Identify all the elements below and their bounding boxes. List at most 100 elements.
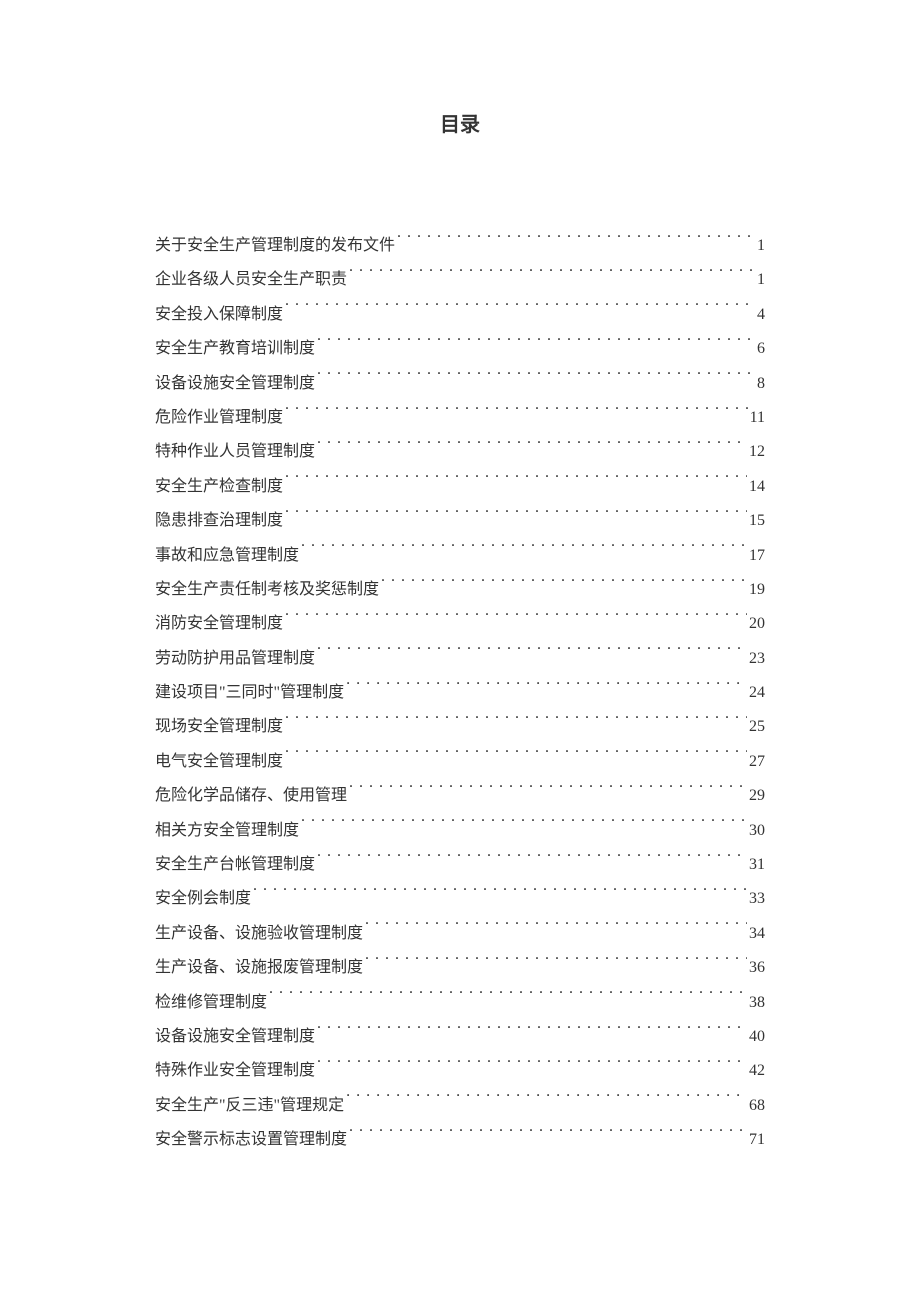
toc-entry: 消防安全管理制度 20 [155, 607, 765, 641]
toc-entry-label: 相关方安全管理制度 [155, 814, 299, 848]
toc-dot-leader [269, 991, 747, 1007]
toc-entry: 安全生产"反三违"管理规定 68 [155, 1089, 765, 1123]
toc-entry: 特殊作业安全管理制度 42 [155, 1054, 765, 1088]
toc-entry: 特种作业人员管理制度 12 [155, 435, 765, 469]
toc-entry-label: 安全警示标志设置管理制度 [155, 1123, 347, 1157]
toc-entry-page: 29 [749, 779, 765, 813]
toc-dot-leader [317, 853, 747, 869]
toc-entry-page: 31 [749, 848, 765, 882]
toc-dot-leader [285, 475, 747, 491]
toc-entry-page: 71 [749, 1123, 765, 1157]
toc-entry-page: 15 [749, 504, 765, 538]
toc-entry: 设备设施安全管理制度40 [155, 1020, 765, 1054]
toc-entry-page: 12 [749, 435, 765, 469]
toc-entry: 企业各级人员安全生产职责 1 [155, 263, 765, 297]
toc-entry-label: 关于安全生产管理制度的发布文件 [155, 229, 395, 263]
toc-dot-leader [381, 578, 747, 594]
toc-entry: 关于安全生产管理制度的发布文件 1 [155, 229, 765, 263]
toc-dot-leader [365, 922, 747, 938]
toc-entry-page: 34 [749, 917, 765, 951]
toc-entry-label: 生产设备、设施报废管理制度 [155, 951, 363, 985]
toc-entry-label: 电气安全管理制度 [155, 745, 283, 779]
toc-entry: 隐患排查治理制度 15 [155, 504, 765, 538]
toc-entry-page: 20 [749, 607, 765, 641]
toc-entry-label: 特种作业人员管理制度 [155, 435, 315, 469]
toc-entry-page: 38 [749, 986, 765, 1020]
toc-dot-leader [285, 612, 747, 628]
toc-entry-label: 现场安全管理制度 [155, 710, 283, 744]
toc-dot-leader [397, 234, 755, 250]
toc-entry-label: 隐患排查治理制度 [155, 504, 283, 538]
toc-dot-leader [285, 509, 747, 525]
toc-entry: 事故和应急管理制度17 [155, 539, 765, 573]
toc-entry-label: 安全生产教育培训制度 [155, 332, 315, 366]
toc-entry: 安全生产台帐管理制度 31 [155, 848, 765, 882]
toc-entry-label: 消防安全管理制度 [155, 607, 283, 641]
toc-entry: 安全生产教育培训制度 6 [155, 332, 765, 366]
toc-entry-page: 1 [757, 263, 765, 297]
toc-entry-page: 27 [749, 745, 765, 779]
toc-entry-page: 33 [749, 882, 765, 916]
toc-entry-page: 40 [749, 1020, 765, 1054]
toc-entry-page: 24 [749, 676, 765, 710]
toc-dot-leader [285, 406, 748, 422]
toc-entry: 设备设施安全管理制度 8 [155, 367, 765, 401]
toc-dot-leader [317, 372, 755, 388]
toc-entry: 劳动防护用品管理制度 23 [155, 642, 765, 676]
toc-entry: 生产设备、设施报废管理制度 36 [155, 951, 765, 985]
toc-entry-page: 17 [749, 539, 765, 573]
toc-entry-page: 1 [757, 229, 765, 263]
toc-dot-leader [317, 440, 747, 456]
toc-dot-leader [301, 544, 747, 560]
toc-entry-page: 42 [749, 1054, 765, 1088]
toc-entry-label: 安全生产责任制考核及奖惩制度 [155, 573, 379, 607]
toc-entry: 危险化学品储存、使用管理29 [155, 779, 765, 813]
toc-entry-label: 建设项目"三同时"管理制度 [155, 676, 344, 710]
toc-entry-label: 劳动防护用品管理制度 [155, 642, 315, 676]
toc-dot-leader [346, 1094, 747, 1110]
toc-entry-page: 14 [749, 470, 765, 504]
toc-entry-page: 30 [749, 814, 765, 848]
toc-dot-leader [317, 1059, 747, 1075]
toc-entry: 现场安全管理制度 25 [155, 710, 765, 744]
toc-entry: 安全投入保障制度 4 [155, 298, 765, 332]
toc-entry: 生产设备、设施验收管理制度 34 [155, 917, 765, 951]
toc-entry-label: 安全生产"反三违"管理规定 [155, 1089, 344, 1123]
toc-entry-label: 特殊作业安全管理制度 [155, 1054, 315, 1088]
toc-dot-leader [317, 337, 755, 353]
toc-entry-label: 安全投入保障制度 [155, 298, 283, 332]
toc-entry: 建设项目"三同时"管理制度 24 [155, 676, 765, 710]
toc-entry-label: 检维修管理制度 [155, 986, 267, 1020]
toc-entry: 安全警示标志设置管理制度 71 [155, 1123, 765, 1157]
toc-dot-leader [285, 715, 747, 731]
toc-entry-page: 19 [749, 573, 765, 607]
toc-dot-leader [301, 819, 747, 835]
toc-entry-page: 6 [757, 332, 765, 366]
toc-dot-leader [317, 647, 747, 663]
toc-entry: 检维修管理制度 38 [155, 986, 765, 1020]
toc-entry-label: 安全生产检查制度 [155, 470, 283, 504]
toc-entry-label: 设备设施安全管理制度 [155, 367, 315, 401]
toc-entry-page: 36 [749, 951, 765, 985]
toc-dot-leader [349, 268, 755, 284]
toc-entry: 安全生产检查制度 14 [155, 470, 765, 504]
toc-dot-leader [285, 750, 747, 766]
toc-entry: 相关方安全管理制度 30 [155, 814, 765, 848]
toc-entry-page: 4 [757, 298, 765, 332]
toc-dot-leader [317, 1025, 747, 1041]
toc-entry-label: 企业各级人员安全生产职责 [155, 263, 347, 297]
toc-list: 关于安全生产管理制度的发布文件1企业各级人员安全生产职责1安全投入保障制度4安全… [155, 229, 765, 1158]
toc-dot-leader [253, 887, 747, 903]
toc-entry-page: 8 [757, 367, 765, 401]
toc-entry-page: 23 [749, 642, 765, 676]
toc-entry-page: 25 [749, 710, 765, 744]
toc-entry-label: 生产设备、设施验收管理制度 [155, 917, 363, 951]
toc-entry: 安全例会制度 33 [155, 882, 765, 916]
toc-entry: 电气安全管理制度 27 [155, 745, 765, 779]
toc-entry: 危险作业管理制度11 [155, 401, 765, 435]
toc-entry-label: 危险作业管理制度 [155, 401, 283, 435]
toc-entry-label: 安全生产台帐管理制度 [155, 848, 315, 882]
toc-entry-page: 68 [749, 1089, 765, 1123]
toc-entry-label: 安全例会制度 [155, 882, 251, 916]
toc-dot-leader [349, 1128, 747, 1144]
